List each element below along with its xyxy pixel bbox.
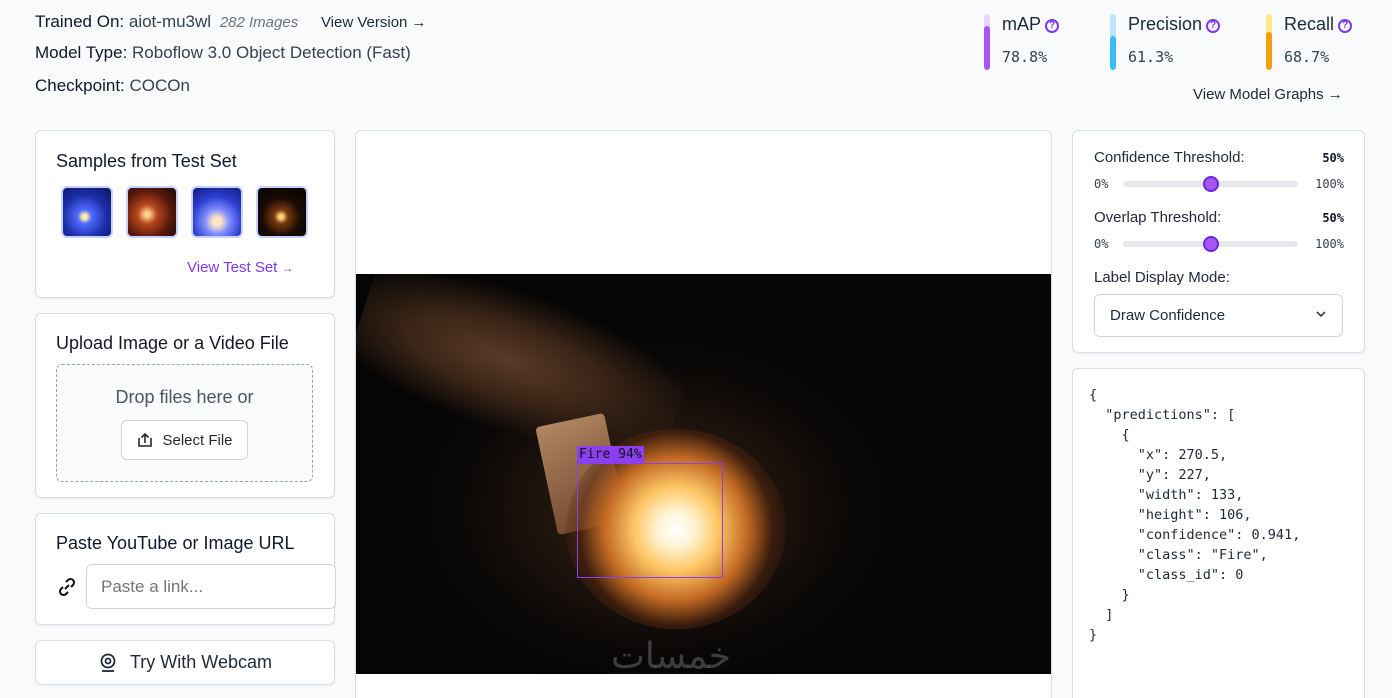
metric-value: 68.7% — [1284, 48, 1330, 66]
json-output: { "predictions": [ { "x": 270.5, "y": 22… — [1089, 387, 1301, 643]
help-icon[interactable]: ? — [1206, 19, 1221, 33]
arrow-right-icon: → — [281, 261, 294, 275]
samples-title: Samples from Test Set — [56, 151, 237, 171]
webcam-button[interactable]: Try With Webcam — [35, 640, 335, 685]
help-icon[interactable]: ? — [1045, 19, 1060, 33]
label-mode-value: Draw Confidence — [1110, 307, 1226, 324]
metric-bar — [1110, 14, 1116, 70]
preview-image: Fire 94% خمسات — [356, 274, 1051, 674]
confidence-slider-knob[interactable] — [1202, 176, 1219, 192]
metric-bar — [984, 14, 990, 70]
samples-card: Samples from Test Set View Test Set → — [35, 130, 335, 298]
confidence-max: 100% — [1315, 177, 1344, 191]
upload-title: Upload Image or a Video File — [56, 333, 289, 353]
select-file-button[interactable]: Select File — [121, 420, 248, 460]
metric-value: 78.8% — [1002, 48, 1048, 66]
overlap-label: Overlap Threshold: — [1094, 209, 1222, 226]
upload-card: Upload Image or a Video File Drop files … — [35, 313, 335, 498]
model-type-row: Model Type: Roboflow 3.0 Object Detectio… — [35, 43, 411, 63]
metric-name: Precision — [1128, 14, 1203, 34]
metric-bar — [1266, 14, 1272, 70]
help-icon[interactable]: ? — [1338, 19, 1353, 33]
drop-text: Drop files here or — [115, 387, 254, 407]
metric-value: 61.3% — [1128, 48, 1174, 66]
metric-bar-fill — [984, 25, 990, 70]
overlap-slider-knob[interactable] — [1202, 236, 1219, 252]
confidence-value: 50% — [1322, 151, 1344, 165]
label-mode-select[interactable]: Draw Confidence — [1094, 294, 1343, 337]
view-model-graphs-link[interactable]: View Model Graphs → — [1193, 86, 1343, 103]
metric-name: mAP — [1002, 14, 1042, 34]
detection-label: Fire 94% — [577, 446, 644, 464]
arrow-right-icon: → — [1327, 86, 1343, 103]
sample-thumbnail[interactable] — [61, 186, 113, 238]
webcam-label: Try With Webcam — [129, 652, 272, 672]
upload-icon — [138, 432, 153, 447]
link-icon — [58, 577, 76, 597]
watermark: خمسات — [611, 636, 732, 674]
checkpoint-label: Checkpoint: — [35, 76, 125, 95]
overlap-value: 50% — [1322, 211, 1344, 225]
checkpoint-row: Checkpoint: COCOn — [35, 76, 190, 96]
arrow-right-icon: → — [411, 14, 427, 31]
view-version-label: View Version — [320, 14, 408, 31]
view-test-set-link[interactable]: View Test Set → — [187, 259, 294, 276]
trained-on-label: Trained On: — [35, 12, 125, 31]
url-card: Paste YouTube or Image URL — [35, 513, 336, 625]
url-input[interactable] — [86, 564, 336, 609]
chevron-down-icon — [1316, 311, 1326, 318]
webcam-icon — [100, 653, 116, 672]
overlap-max: 100% — [1315, 237, 1344, 251]
metric-name: Recall — [1284, 14, 1335, 34]
view-version-link[interactable]: View Version → — [321, 14, 426, 31]
overlap-min: 0% — [1094, 237, 1109, 251]
checkpoint-value: COCOn — [129, 76, 190, 95]
view-test-set-label: View Test Set — [187, 259, 278, 276]
controls-card: Confidence Threshold: 50% 0% 100% Overla… — [1072, 130, 1365, 353]
label-mode-label: Label Display Mode: — [1094, 269, 1230, 286]
json-output-card: { "predictions": [ { "x": 270.5, "y": 22… — [1072, 368, 1365, 698]
url-title: Paste YouTube or Image URL — [56, 533, 295, 553]
metric-bar-fill — [1110, 35, 1116, 70]
confidence-label: Confidence Threshold: — [1094, 149, 1245, 166]
metric-bar-fill — [1266, 31, 1272, 70]
images-count: 282 Images — [219, 14, 299, 31]
model-type-label: Model Type: — [35, 43, 128, 62]
sample-thumbnail[interactable] — [256, 186, 308, 238]
select-file-label: Select File — [162, 431, 233, 449]
view-model-graphs-label: View Model Graphs — [1193, 86, 1324, 103]
sample-thumbnail[interactable] — [126, 186, 178, 238]
sample-thumbnail[interactable] — [191, 186, 243, 238]
confidence-min: 0% — [1094, 177, 1109, 191]
trained-on-value: aiot-mu3wl — [128, 12, 212, 31]
trained-on-row: Trained On: aiot-mu3wl 282 Images View V… — [35, 12, 426, 32]
model-type-value: Roboflow 3.0 Object Detection (Fast) — [132, 43, 411, 62]
detection-box — [577, 463, 723, 578]
preview-card: Fire 94% خمسات — [355, 130, 1052, 698]
dropzone[interactable]: Drop files here or Select File — [56, 364, 313, 482]
